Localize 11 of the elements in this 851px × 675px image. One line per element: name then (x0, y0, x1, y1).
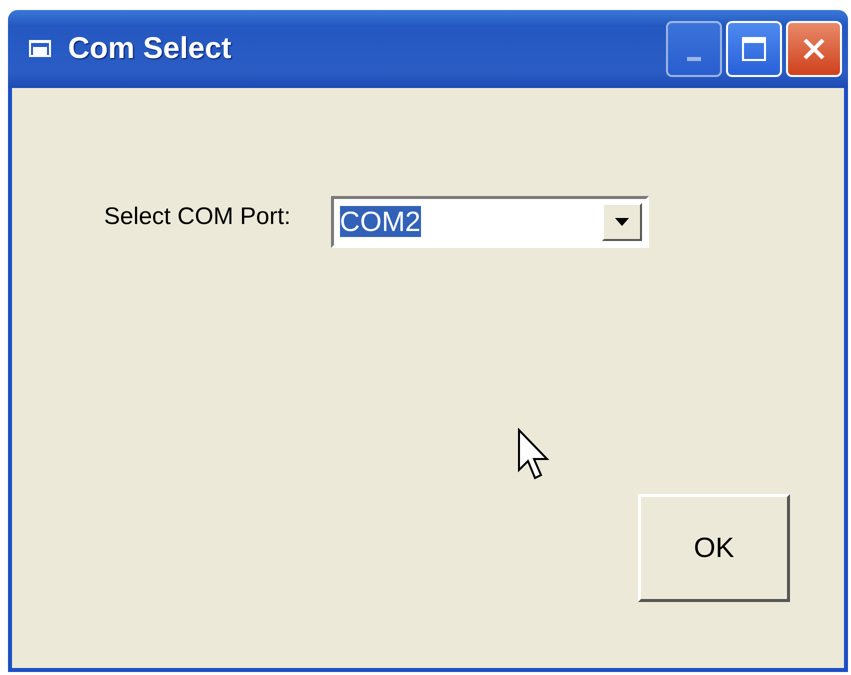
ok-button[interactable]: OK (638, 494, 790, 602)
window-title: Com Select (68, 32, 232, 66)
maximize-button[interactable] (726, 21, 782, 77)
port-label: Select COM Port: (104, 203, 291, 231)
minimize-icon (687, 57, 701, 61)
dropdown-arrow-icon[interactable] (614, 217, 630, 227)
close-icon (803, 38, 825, 60)
maximize-icon (742, 37, 766, 61)
close-button[interactable] (786, 21, 842, 77)
port-dropdown[interactable]: COM2 (330, 196, 649, 248)
window-icon (28, 38, 54, 60)
